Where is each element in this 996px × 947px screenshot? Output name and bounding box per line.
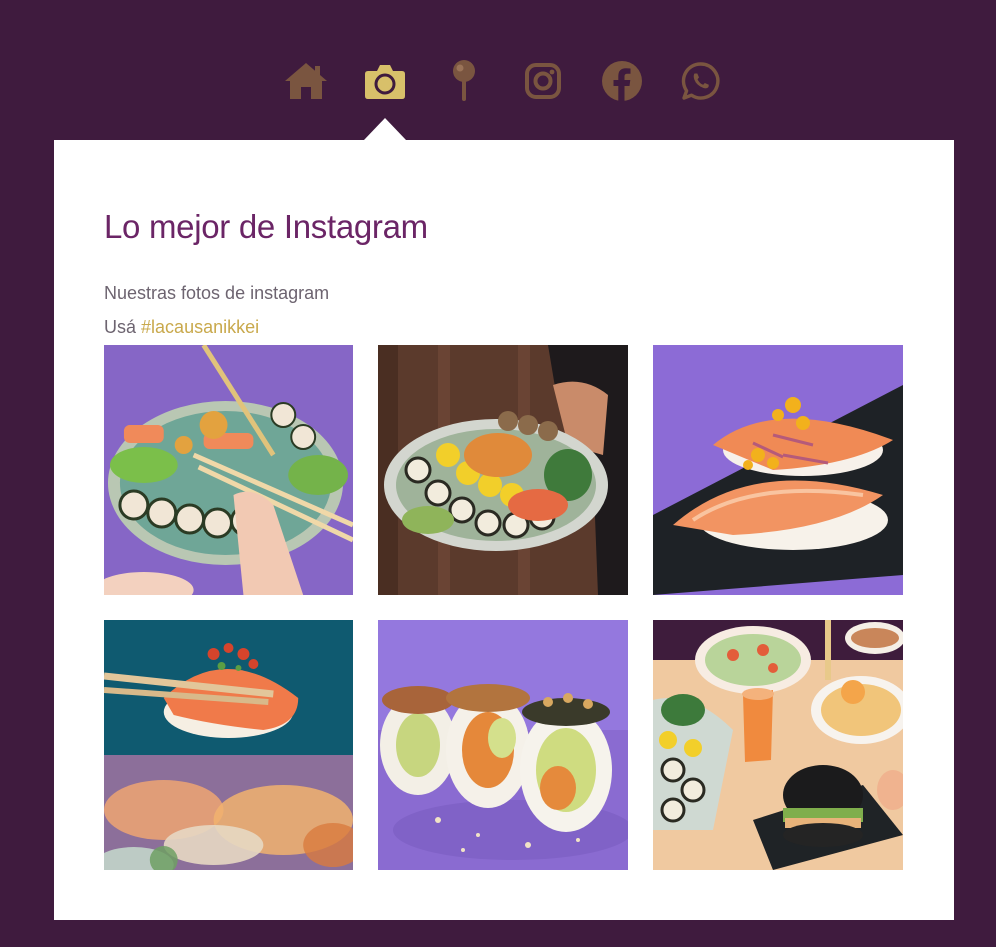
instagram-photo[interactable] bbox=[378, 345, 628, 595]
nav-home[interactable] bbox=[283, 58, 329, 104]
instagram-photo[interactable] bbox=[104, 620, 353, 870]
hashtag-link[interactable]: #lacausanikkei bbox=[141, 317, 259, 337]
camera-icon bbox=[365, 65, 405, 99]
nav-instagram[interactable] bbox=[520, 58, 566, 104]
instagram-photo[interactable] bbox=[378, 620, 628, 870]
facebook-icon bbox=[602, 61, 642, 101]
nav-facebook[interactable] bbox=[599, 58, 645, 104]
nav-photos[interactable] bbox=[362, 58, 408, 104]
instagram-icon bbox=[525, 63, 561, 99]
whatsapp-icon bbox=[681, 62, 720, 100]
top-nav bbox=[0, 58, 996, 104]
instagram-photo[interactable] bbox=[653, 345, 903, 595]
section-title: Lo mejor de Instagram bbox=[104, 208, 428, 245]
instagram-photo[interactable] bbox=[104, 345, 353, 595]
instagram-panel: Lo mejor de Instagram Nuestras fotos de … bbox=[54, 140, 954, 920]
hashtag-prefix: Usá bbox=[104, 317, 137, 337]
active-tab-pointer bbox=[364, 118, 406, 140]
hashtag-line: Usá #lacausanikkei bbox=[104, 317, 259, 338]
photo-grid bbox=[104, 345, 903, 870]
home-icon bbox=[285, 63, 327, 99]
map-pin-icon bbox=[453, 60, 475, 101]
nav-location[interactable] bbox=[441, 58, 487, 104]
section-subtitle: Nuestras fotos de instagram bbox=[104, 283, 330, 303]
instagram-photo[interactable] bbox=[653, 620, 903, 870]
nav-whatsapp[interactable] bbox=[678, 58, 724, 104]
